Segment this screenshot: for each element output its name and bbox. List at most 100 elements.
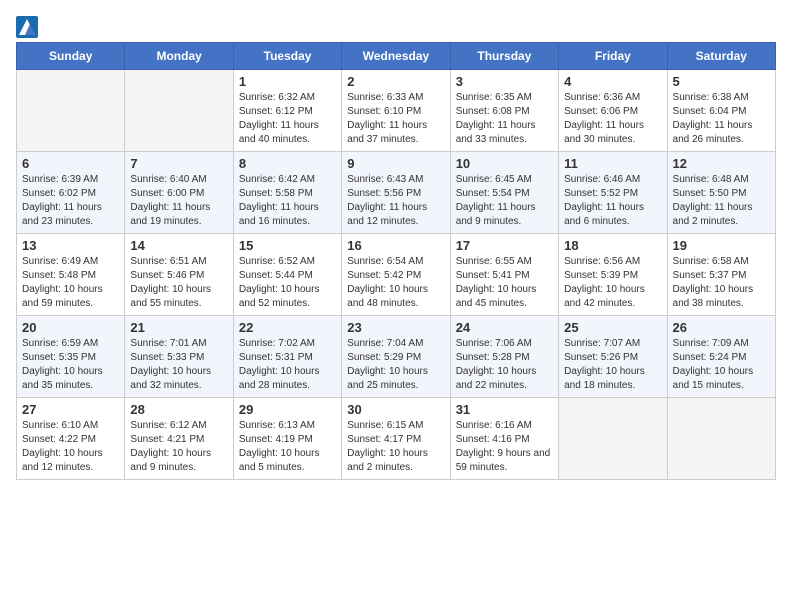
day-info: Sunrise: 6:13 AMSunset: 4:19 PMDaylight:… bbox=[239, 419, 336, 475]
calendar-cell bbox=[125, 70, 233, 152]
page-header bbox=[16, 16, 776, 38]
day-info: Sunrise: 6:32 AMSunset: 6:12 PMDaylight:… bbox=[239, 91, 336, 147]
day-info: Sunrise: 6:33 AMSunset: 6:10 PMDaylight:… bbox=[347, 91, 444, 147]
day-info: Sunrise: 7:06 AMSunset: 5:28 PMDaylight:… bbox=[456, 337, 553, 393]
day-info: Sunrise: 6:42 AMSunset: 5:58 PMDaylight:… bbox=[239, 173, 336, 229]
day-info: Sunrise: 6:35 AMSunset: 6:08 PMDaylight:… bbox=[456, 91, 553, 147]
calendar-cell: 4 Sunrise: 6:36 AMSunset: 6:06 PMDaylight… bbox=[559, 70, 667, 152]
day-number: 27 bbox=[22, 402, 119, 417]
day-info: Sunrise: 7:02 AMSunset: 5:31 PMDaylight:… bbox=[239, 337, 336, 393]
day-number: 31 bbox=[456, 402, 553, 417]
week-row-4: 20 Sunrise: 6:59 AMSunset: 5:35 PMDayligh… bbox=[17, 316, 776, 398]
calendar-cell: 24 Sunrise: 7:06 AMSunset: 5:28 PMDayligh… bbox=[450, 316, 558, 398]
day-info: Sunrise: 6:39 AMSunset: 6:02 PMDaylight:… bbox=[22, 173, 119, 229]
week-row-3: 13 Sunrise: 6:49 AMSunset: 5:48 PMDayligh… bbox=[17, 234, 776, 316]
calendar-cell: 28 Sunrise: 6:12 AMSunset: 4:21 PMDayligh… bbox=[125, 398, 233, 480]
day-number: 16 bbox=[347, 238, 444, 253]
calendar-cell: 25 Sunrise: 7:07 AMSunset: 5:26 PMDayligh… bbox=[559, 316, 667, 398]
calendar-cell: 13 Sunrise: 6:49 AMSunset: 5:48 PMDayligh… bbox=[17, 234, 125, 316]
day-number: 12 bbox=[673, 156, 770, 171]
day-number: 13 bbox=[22, 238, 119, 253]
day-header-tuesday: Tuesday bbox=[233, 43, 341, 70]
day-info: Sunrise: 7:09 AMSunset: 5:24 PMDaylight:… bbox=[673, 337, 770, 393]
day-info: Sunrise: 6:58 AMSunset: 5:37 PMDaylight:… bbox=[673, 255, 770, 311]
calendar-cell: 14 Sunrise: 6:51 AMSunset: 5:46 PMDayligh… bbox=[125, 234, 233, 316]
day-number: 6 bbox=[22, 156, 119, 171]
calendar-cell: 6 Sunrise: 6:39 AMSunset: 6:02 PMDaylight… bbox=[17, 152, 125, 234]
day-info: Sunrise: 6:45 AMSunset: 5:54 PMDaylight:… bbox=[456, 173, 553, 229]
week-row-2: 6 Sunrise: 6:39 AMSunset: 6:02 PMDaylight… bbox=[17, 152, 776, 234]
day-number: 21 bbox=[130, 320, 227, 335]
day-number: 23 bbox=[347, 320, 444, 335]
calendar-cell: 5Sunrise: 6:38 AMSunset: 6:04 PMDaylight… bbox=[667, 70, 775, 152]
day-info: Sunrise: 6:56 AMSunset: 5:39 PMDaylight:… bbox=[564, 255, 661, 311]
day-number: 1 bbox=[239, 74, 336, 89]
calendar-cell: 26 Sunrise: 7:09 AMSunset: 5:24 PMDayligh… bbox=[667, 316, 775, 398]
day-info: Sunrise: 6:48 AMSunset: 5:50 PMDaylight:… bbox=[673, 173, 770, 229]
day-number: 18 bbox=[564, 238, 661, 253]
calendar-cell: 27 Sunrise: 6:10 AMSunset: 4:22 PMDayligh… bbox=[17, 398, 125, 480]
calendar-cell: 15Sunrise: 6:52 AMSunset: 5:44 PMDayligh… bbox=[233, 234, 341, 316]
day-info: Sunrise: 6:15 AMSunset: 4:17 PMDaylight:… bbox=[347, 419, 444, 475]
day-info: Sunrise: 6:43 AMSunset: 5:56 PMDaylight:… bbox=[347, 173, 444, 229]
day-info: Sunrise: 6:49 AMSunset: 5:48 PMDaylight:… bbox=[22, 255, 119, 311]
day-number: 25 bbox=[564, 320, 661, 335]
calendar-cell: 9 Sunrise: 6:43 AMSunset: 5:56 PMDaylight… bbox=[342, 152, 450, 234]
calendar-cell: 7 Sunrise: 6:40 AMSunset: 6:00 PMDaylight… bbox=[125, 152, 233, 234]
day-number: 20 bbox=[22, 320, 119, 335]
day-number: 22 bbox=[239, 320, 336, 335]
day-info: Sunrise: 6:52 AMSunset: 5:44 PMDaylight:… bbox=[239, 255, 336, 311]
calendar-cell: 17 Sunrise: 6:55 AMSunset: 5:41 PMDayligh… bbox=[450, 234, 558, 316]
day-number: 9 bbox=[347, 156, 444, 171]
week-row-1: 1 Sunrise: 6:32 AMSunset: 6:12 PMDaylight… bbox=[17, 70, 776, 152]
header-row: SundayMondayTuesdayWednesdayThursdayFrid… bbox=[17, 43, 776, 70]
day-info: Sunrise: 7:07 AMSunset: 5:26 PMDaylight:… bbox=[564, 337, 661, 393]
logo-icon bbox=[16, 16, 38, 38]
calendar-cell: 12 Sunrise: 6:48 AMSunset: 5:50 PMDayligh… bbox=[667, 152, 775, 234]
logo bbox=[16, 16, 41, 38]
calendar-table: SundayMondayTuesdayWednesdayThursdayFrid… bbox=[16, 42, 776, 480]
day-info: Sunrise: 6:59 AMSunset: 5:35 PMDaylight:… bbox=[22, 337, 119, 393]
calendar-cell: 29 Sunrise: 6:13 AMSunset: 4:19 PMDayligh… bbox=[233, 398, 341, 480]
day-number: 28 bbox=[130, 402, 227, 417]
day-info: Sunrise: 6:38 AMSunset: 6:04 PMDaylight:… bbox=[673, 91, 770, 147]
day-number: 19 bbox=[673, 238, 770, 253]
day-number: 7 bbox=[130, 156, 227, 171]
calendar-cell: 11 Sunrise: 6:46 AMSunset: 5:52 PMDayligh… bbox=[559, 152, 667, 234]
day-number: 2 bbox=[347, 74, 444, 89]
day-number: 11 bbox=[564, 156, 661, 171]
day-number: 17 bbox=[456, 238, 553, 253]
day-number: 26 bbox=[673, 320, 770, 335]
calendar-cell bbox=[667, 398, 775, 480]
day-number: 29 bbox=[239, 402, 336, 417]
day-info: Sunrise: 7:04 AMSunset: 5:29 PMDaylight:… bbox=[347, 337, 444, 393]
calendar-cell: 23 Sunrise: 7:04 AMSunset: 5:29 PMDayligh… bbox=[342, 316, 450, 398]
day-number: 14 bbox=[130, 238, 227, 253]
day-info: Sunrise: 6:54 AMSunset: 5:42 PMDaylight:… bbox=[347, 255, 444, 311]
day-info: Sunrise: 6:36 AMSunset: 6:06 PMDaylight:… bbox=[564, 91, 661, 147]
day-info: Sunrise: 6:46 AMSunset: 5:52 PMDaylight:… bbox=[564, 173, 661, 229]
calendar-cell: 3 Sunrise: 6:35 AMSunset: 6:08 PMDaylight… bbox=[450, 70, 558, 152]
day-number: 10 bbox=[456, 156, 553, 171]
calendar-cell: 18 Sunrise: 6:56 AMSunset: 5:39 PMDayligh… bbox=[559, 234, 667, 316]
day-number: 24 bbox=[456, 320, 553, 335]
day-info: Sunrise: 6:51 AMSunset: 5:46 PMDaylight:… bbox=[130, 255, 227, 311]
day-number: 4 bbox=[564, 74, 661, 89]
day-info: Sunrise: 6:40 AMSunset: 6:00 PMDaylight:… bbox=[130, 173, 227, 229]
day-info: Sunrise: 6:12 AMSunset: 4:21 PMDaylight:… bbox=[130, 419, 227, 475]
calendar-cell: 2 Sunrise: 6:33 AMSunset: 6:10 PMDaylight… bbox=[342, 70, 450, 152]
day-number: 8 bbox=[239, 156, 336, 171]
calendar-cell: 19 Sunrise: 6:58 AMSunset: 5:37 PMDayligh… bbox=[667, 234, 775, 316]
calendar-cell: 1 Sunrise: 6:32 AMSunset: 6:12 PMDaylight… bbox=[233, 70, 341, 152]
calendar-cell: 10 Sunrise: 6:45 AMSunset: 5:54 PMDayligh… bbox=[450, 152, 558, 234]
day-header-thursday: Thursday bbox=[450, 43, 558, 70]
day-info: Sunrise: 7:01 AMSunset: 5:33 PMDaylight:… bbox=[130, 337, 227, 393]
day-info: Sunrise: 6:10 AMSunset: 4:22 PMDaylight:… bbox=[22, 419, 119, 475]
calendar-cell bbox=[17, 70, 125, 152]
day-info: Sunrise: 6:16 AMSunset: 4:16 PMDaylight:… bbox=[456, 419, 553, 475]
day-number: 3 bbox=[456, 74, 553, 89]
day-info: Sunrise: 6:55 AMSunset: 5:41 PMDaylight:… bbox=[456, 255, 553, 311]
week-row-5: 27 Sunrise: 6:10 AMSunset: 4:22 PMDayligh… bbox=[17, 398, 776, 480]
day-header-sunday: Sunday bbox=[17, 43, 125, 70]
day-header-saturday: Saturday bbox=[667, 43, 775, 70]
